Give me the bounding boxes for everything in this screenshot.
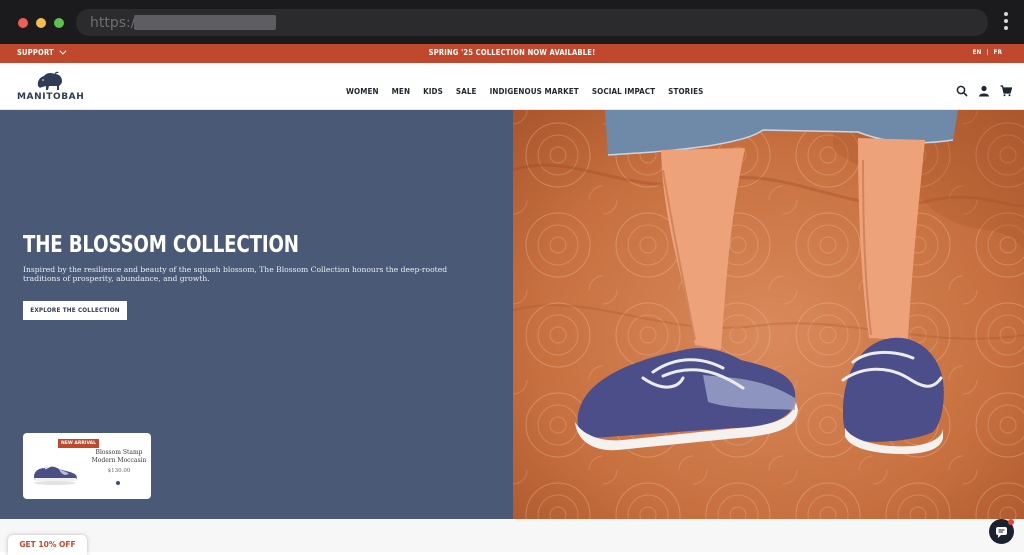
main-nav: WOMEN MEN KIDS SALE INDIGENOUS MARKET SO… [346,87,716,96]
product-price: $130.00 [107,468,131,474]
cart-icon[interactable] [1000,85,1012,97]
language-switcher: EN | FR [972,48,1002,56]
logo-wordmark: MANITOBAH [17,92,85,102]
url-text: https:// [90,15,141,31]
explore-collection-button[interactable]: EXPLORE THE COLLECTION [23,301,127,320]
discount-tab[interactable]: GET 10% OFF [8,535,87,555]
hero-panel: THE BLOSSOM COLLECTION Inspired by the r… [0,110,513,519]
lang-fr-link[interactable]: FR [994,48,1003,56]
product-name: Blossom Stamp Modern Moccasin [91,449,147,464]
window-minimize-button[interactable] [36,18,46,28]
announcement-bar: SUPPORT SPRING '25 COLLECTION NOW AVAILA… [0,44,1024,63]
hero-photo [513,110,1024,519]
hero-image [513,110,1024,519]
window-maximize-button[interactable] [54,18,64,28]
carousel-dot[interactable] [116,481,120,485]
bison-icon [37,71,62,90]
search-icon[interactable] [956,85,968,97]
window-close-button[interactable] [18,18,28,28]
new-arrival-badge: NEW ARRIVAL [58,439,99,448]
nav-indigenous-market[interactable]: INDIGENOUS MARKET [490,87,579,96]
account-icon[interactable] [978,85,990,97]
browser-chrome: https:// [0,0,1024,44]
lang-en-link[interactable]: EN [972,48,981,56]
product-image [34,464,77,485]
lang-separator: | [986,48,989,56]
hero-description: Inspired by the resilience and beauty of… [23,265,448,284]
nav-social-impact[interactable]: SOCIAL IMPACT [592,87,655,96]
product-card[interactable]: NEW ARRIVAL Blossom Stamp Modern Moccasi… [23,433,151,499]
promo-text[interactable]: SPRING '25 COLLECTION NOW AVAILABLE! [0,48,1024,57]
nav-sale[interactable]: SALE [456,87,477,96]
nav-women[interactable]: WOMEN [346,87,379,96]
site-header: MANITOBAH WOMEN MEN KIDS SALE INDIGENOUS… [0,63,1024,110]
chat-icon[interactable] [989,519,1014,544]
browser-menu-icon[interactable] [1000,12,1012,34]
logo[interactable]: MANITOBAH [17,71,85,105]
nav-kids[interactable]: KIDS [423,87,443,96]
below-fold-section [0,519,1024,552]
url-redacted [134,15,276,30]
nav-men[interactable]: MEN [392,87,410,96]
header-icons [956,85,1012,97]
nav-stories[interactable]: STORIES [668,87,703,96]
address-bar[interactable]: https:// [76,9,988,36]
chat-notification-badge [1008,519,1014,525]
hero-title: THE BLOSSOM COLLECTION [23,232,299,258]
